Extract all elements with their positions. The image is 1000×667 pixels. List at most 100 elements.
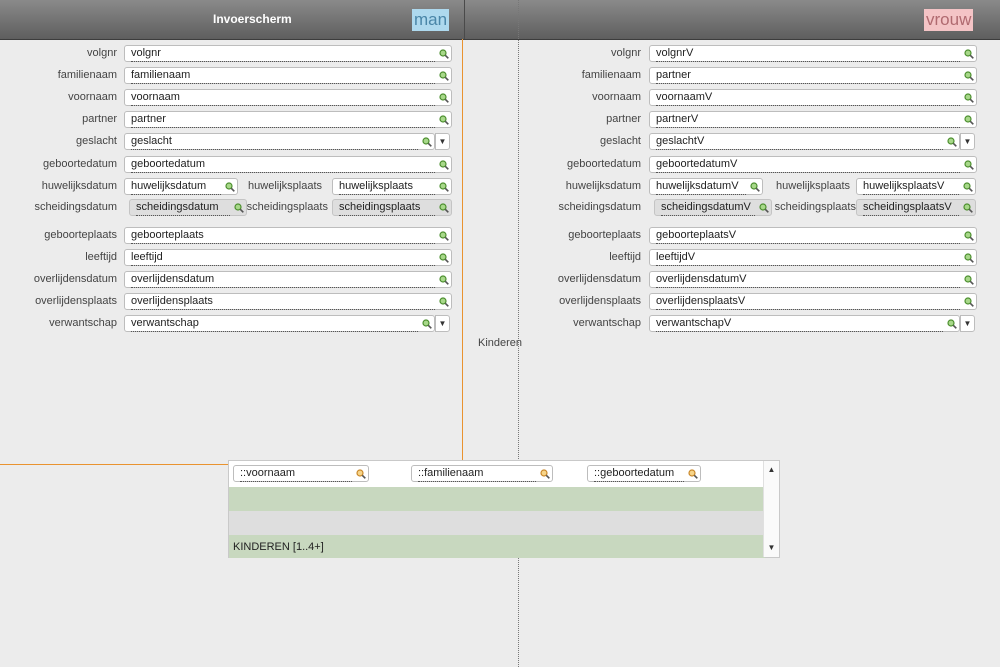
search-icon[interactable]	[759, 203, 769, 213]
portal-scrollbar[interactable]: ▲ ▼	[763, 461, 779, 557]
kinderen-portal[interactable]: ::voornaam::familienaam::geboortedatum K…	[228, 460, 780, 558]
search-icon[interactable]	[964, 253, 974, 263]
left-leeftijd-field[interactable]: leeftijd	[124, 249, 452, 266]
label-familienaam: familienaam	[57, 69, 117, 81]
search-icon[interactable]	[964, 297, 974, 307]
search-icon[interactable]	[439, 115, 449, 125]
left-scheidingsdatum-field[interactable]: scheidingsdatum	[129, 199, 247, 216]
left-overlijdensdatum-value: overlijdensdatum	[131, 273, 435, 288]
left-geslacht-field[interactable]: geslacht	[124, 133, 435, 150]
search-icon[interactable]	[234, 203, 244, 213]
label-geboortedatum: geboortedatum	[43, 158, 117, 170]
right-verwantschap-field[interactable]: verwantschapV	[649, 315, 960, 332]
portal-row[interactable]	[229, 487, 765, 511]
left-huwelijksdatum-value: huwelijksdatum	[131, 180, 221, 195]
search-icon[interactable]	[225, 182, 235, 192]
search-icon[interactable]	[422, 319, 432, 329]
right-geboortedatum-field[interactable]: geboortedatumV	[649, 156, 977, 173]
search-icon[interactable]	[439, 93, 449, 103]
right-overlijdensplaats-field[interactable]: overlijdensplaatsV	[649, 293, 977, 310]
left-verwantschap-dropdown-icon[interactable]: ▼	[435, 315, 450, 332]
label-verwantschap: verwantschap	[573, 317, 641, 329]
right-scheidingsplaats-field[interactable]: scheidingsplaatsV	[856, 199, 976, 216]
man-badge: man	[412, 9, 450, 31]
search-icon[interactable]	[963, 182, 973, 192]
search-icon[interactable]	[963, 203, 973, 213]
right-huwelijksdatum-field[interactable]: huwelijksdatumV	[649, 178, 763, 195]
right-verwantschap-dropdown-icon[interactable]: ▼	[960, 315, 975, 332]
portal-row[interactable]: KINDEREN [1..4+]	[229, 535, 765, 558]
label-scheidingsplaats: scheidingsplaats	[774, 201, 856, 213]
left-scheidingsplaats-field[interactable]: scheidingsplaats	[332, 199, 452, 216]
left-voornaam-field[interactable]: voornaam	[124, 89, 452, 106]
search-icon[interactable]	[947, 137, 957, 147]
search-icon[interactable]	[964, 115, 974, 125]
left-overlijdensplaats-value: overlijdensplaats	[131, 295, 435, 310]
label-geslacht: geslacht	[76, 135, 117, 147]
right-leeftijd-field[interactable]: leeftijdV	[649, 249, 977, 266]
left-huwelijksplaats-field[interactable]: huwelijksplaats	[332, 178, 452, 195]
search-icon[interactable]	[356, 469, 366, 479]
search-icon[interactable]	[439, 275, 449, 285]
search-icon[interactable]	[439, 160, 449, 170]
left-overlijdensdatum-field[interactable]: overlijdensdatum	[124, 271, 452, 288]
right-familienaam-field[interactable]: partner	[649, 67, 977, 84]
search-icon[interactable]	[964, 49, 974, 59]
search-icon[interactable]	[947, 319, 957, 329]
portal-row-label: KINDEREN [1..4+]	[233, 541, 324, 553]
scroll-up-icon[interactable]: ▲	[764, 463, 779, 477]
right-volgnr-value: volgnrV	[656, 47, 960, 62]
right-partner-field[interactable]: partnerV	[649, 111, 977, 128]
search-icon[interactable]	[964, 231, 974, 241]
search-icon[interactable]	[540, 469, 550, 479]
right-voornaam-field[interactable]: voornaamV	[649, 89, 977, 106]
left-verwantschap-field[interactable]: verwantschap	[124, 315, 435, 332]
left-familienaam-field[interactable]: familienaam	[124, 67, 452, 84]
portal-field-value: ::voornaam	[240, 467, 352, 482]
label-voornaam: voornaam	[68, 91, 117, 103]
portal-field[interactable]: ::familienaam	[411, 465, 553, 482]
search-icon[interactable]	[439, 182, 449, 192]
label-leeftijd: leeftijd	[85, 251, 117, 263]
right-overlijdensdatum-field[interactable]: overlijdensdatumV	[649, 271, 977, 288]
right-leeftijd-value: leeftijdV	[656, 251, 960, 266]
search-icon[interactable]	[439, 49, 449, 59]
portal-row[interactable]	[229, 511, 765, 535]
left-overlijdensplaats-field[interactable]: overlijdensplaats	[124, 293, 452, 310]
search-icon[interactable]	[964, 160, 974, 170]
search-icon[interactable]	[439, 253, 449, 263]
left-leeftijd-value: leeftijd	[131, 251, 435, 266]
search-icon[interactable]	[964, 71, 974, 81]
right-geboorteplaats-value: geboorteplaatsV	[656, 229, 960, 244]
search-icon[interactable]	[964, 275, 974, 285]
right-geslacht-dropdown-icon[interactable]: ▼	[960, 133, 975, 150]
left-geboortedatum-field[interactable]: geboortedatum	[124, 156, 452, 173]
left-volgnr-field[interactable]: volgnr	[124, 45, 452, 62]
search-icon[interactable]	[439, 71, 449, 81]
label-huwelijksplaats: huwelijksplaats	[776, 180, 850, 192]
left-geslacht-value: geslacht	[131, 135, 418, 150]
right-geboorteplaats-field[interactable]: geboorteplaatsV	[649, 227, 977, 244]
left-geboorteplaats-field[interactable]: geboorteplaats	[124, 227, 452, 244]
portal-field[interactable]: ::geboortedatum	[587, 465, 701, 482]
portal-field[interactable]: ::voornaam	[233, 465, 369, 482]
search-icon[interactable]	[439, 297, 449, 307]
vrouw-badge: vrouw	[924, 9, 974, 31]
search-icon[interactable]	[422, 137, 432, 147]
right-scheidingsdatum-field[interactable]: scheidingsdatumV	[654, 199, 772, 216]
left-partner-field[interactable]: partner	[124, 111, 452, 128]
left-huwelijksdatum-field[interactable]: huwelijksdatum	[124, 178, 238, 195]
search-icon[interactable]	[439, 231, 449, 241]
right-geslacht-field[interactable]: geslachtV	[649, 133, 960, 150]
right-volgnr-field[interactable]: volgnrV	[649, 45, 977, 62]
search-icon[interactable]	[439, 203, 449, 213]
right-huwelijksplaats-field[interactable]: huwelijksplaatsV	[856, 178, 976, 195]
left-geslacht-dropdown-icon[interactable]: ▼	[435, 133, 450, 150]
label-partner: partner	[82, 113, 117, 125]
scroll-down-icon[interactable]: ▼	[764, 541, 779, 555]
search-icon[interactable]	[688, 469, 698, 479]
label-overlijdensdatum: overlijdensdatum	[557, 273, 641, 285]
label-huwelijksplaats: huwelijksplaats	[248, 180, 322, 192]
search-icon[interactable]	[964, 93, 974, 103]
search-icon[interactable]	[750, 182, 760, 192]
